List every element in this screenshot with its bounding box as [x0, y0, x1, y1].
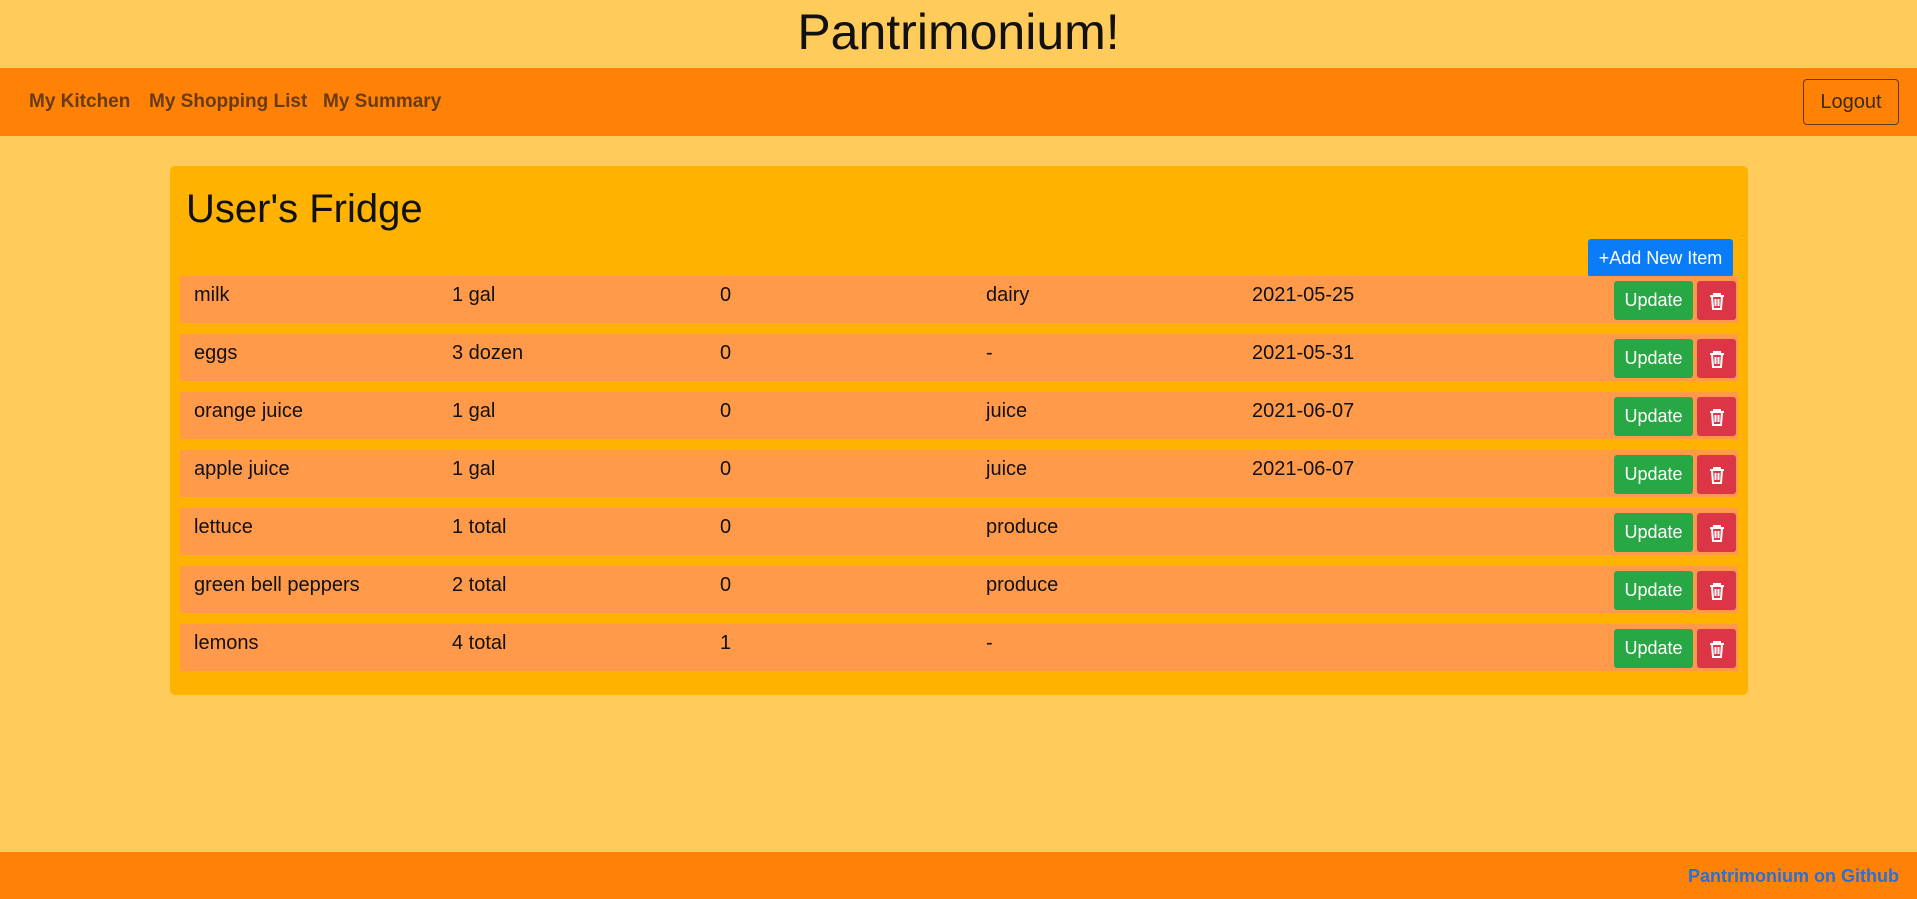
- site-title: Pantrimonium!: [797, 4, 1120, 60]
- update-button[interactable]: Update: [1614, 571, 1693, 610]
- update-button[interactable]: Update: [1614, 455, 1693, 494]
- update-button[interactable]: Update: [1614, 513, 1693, 552]
- item-name: lettuce: [194, 516, 253, 538]
- item-category: -: [986, 342, 993, 364]
- navbar: My Kitchen My Shopping List My Summary L…: [0, 68, 1917, 136]
- table-row: apple juice 1 gal 0 juice 2021-06-07 Update: [180, 450, 1738, 497]
- item-quantity: 1 total: [452, 516, 507, 538]
- delete-button[interactable]: [1697, 281, 1736, 320]
- item-category: produce: [986, 574, 1059, 596]
- item-category: dairy: [986, 284, 1030, 306]
- trash-icon: [1709, 350, 1725, 368]
- item-quantity: 1 gal: [452, 400, 496, 422]
- item-count: 0: [720, 400, 732, 422]
- add-new-item-button[interactable]: +Add New Item: [1588, 239, 1733, 277]
- table-row: lemons 4 total 1 - Update: [180, 624, 1738, 671]
- item-count: 0: [720, 516, 732, 538]
- trash-icon: [1709, 466, 1725, 484]
- delete-button[interactable]: [1697, 455, 1736, 494]
- table-row: milk 1 gal 0 dairy 2021-05-25 Update: [180, 276, 1738, 323]
- nav-my-shopping-list[interactable]: My Shopping List: [149, 90, 307, 114]
- item-expiration: 2021-06-07: [1252, 458, 1355, 480]
- trash-icon: [1709, 408, 1725, 426]
- item-count: 1: [720, 632, 732, 654]
- panel-title: User's Fridge: [186, 187, 423, 231]
- item-category: -: [986, 632, 993, 654]
- item-name: orange juice: [194, 400, 303, 422]
- delete-button[interactable]: [1697, 339, 1736, 378]
- item-name: lemons: [194, 632, 259, 654]
- item-category: juice: [986, 458, 1028, 480]
- item-category: produce: [986, 516, 1059, 538]
- github-link[interactable]: Pantrimonium on Github: [1688, 866, 1899, 887]
- item-name: milk: [194, 284, 230, 306]
- item-quantity: 3 dozen: [452, 342, 524, 364]
- item-name: apple juice: [194, 458, 290, 480]
- item-expiration: 2021-06-07: [1252, 400, 1355, 422]
- table-row: eggs 3 dozen 0 - 2021-05-31 Update: [180, 334, 1738, 381]
- delete-button[interactable]: [1697, 571, 1736, 610]
- table-row: lettuce 1 total 0 produce Update: [180, 508, 1738, 555]
- nav-my-kitchen[interactable]: My Kitchen: [29, 90, 130, 114]
- item-quantity: 4 total: [452, 632, 507, 654]
- footer: Pantrimonium on Github: [0, 852, 1917, 899]
- trash-icon: [1709, 640, 1725, 658]
- delete-button[interactable]: [1697, 513, 1736, 552]
- delete-button[interactable]: [1697, 629, 1736, 668]
- item-expiration: 2021-05-31: [1252, 342, 1355, 364]
- update-button[interactable]: Update: [1614, 629, 1693, 668]
- item-count: 0: [720, 574, 732, 596]
- trash-icon: [1709, 292, 1725, 310]
- trash-icon: [1709, 524, 1725, 542]
- update-button[interactable]: Update: [1614, 397, 1693, 436]
- item-name: eggs: [194, 342, 238, 364]
- item-category: juice: [986, 400, 1028, 422]
- trash-icon: [1709, 582, 1725, 600]
- nav-my-summary[interactable]: My Summary: [323, 90, 441, 114]
- update-button[interactable]: Update: [1614, 281, 1693, 320]
- update-button[interactable]: Update: [1614, 339, 1693, 378]
- item-quantity: 1 gal: [452, 458, 496, 480]
- fridge-panel: User's Fridge +Add New Item milk 1 gal 0 da…: [170, 166, 1748, 695]
- item-quantity: 1 gal: [452, 284, 496, 306]
- item-count: 0: [720, 342, 732, 364]
- table-row: orange juice 1 gal 0 juice 2021-06-07 Update: [180, 392, 1738, 439]
- item-quantity: 2 total: [452, 574, 507, 596]
- logout-button[interactable]: Logout: [1803, 79, 1899, 125]
- item-count: 0: [720, 284, 732, 306]
- item-expiration: 2021-05-25: [1252, 284, 1355, 306]
- item-count: 0: [720, 458, 732, 480]
- table-row: green bell peppers 2 total 0 produce Update: [180, 566, 1738, 613]
- delete-button[interactable]: [1697, 397, 1736, 436]
- item-name: green bell peppers: [194, 574, 360, 596]
